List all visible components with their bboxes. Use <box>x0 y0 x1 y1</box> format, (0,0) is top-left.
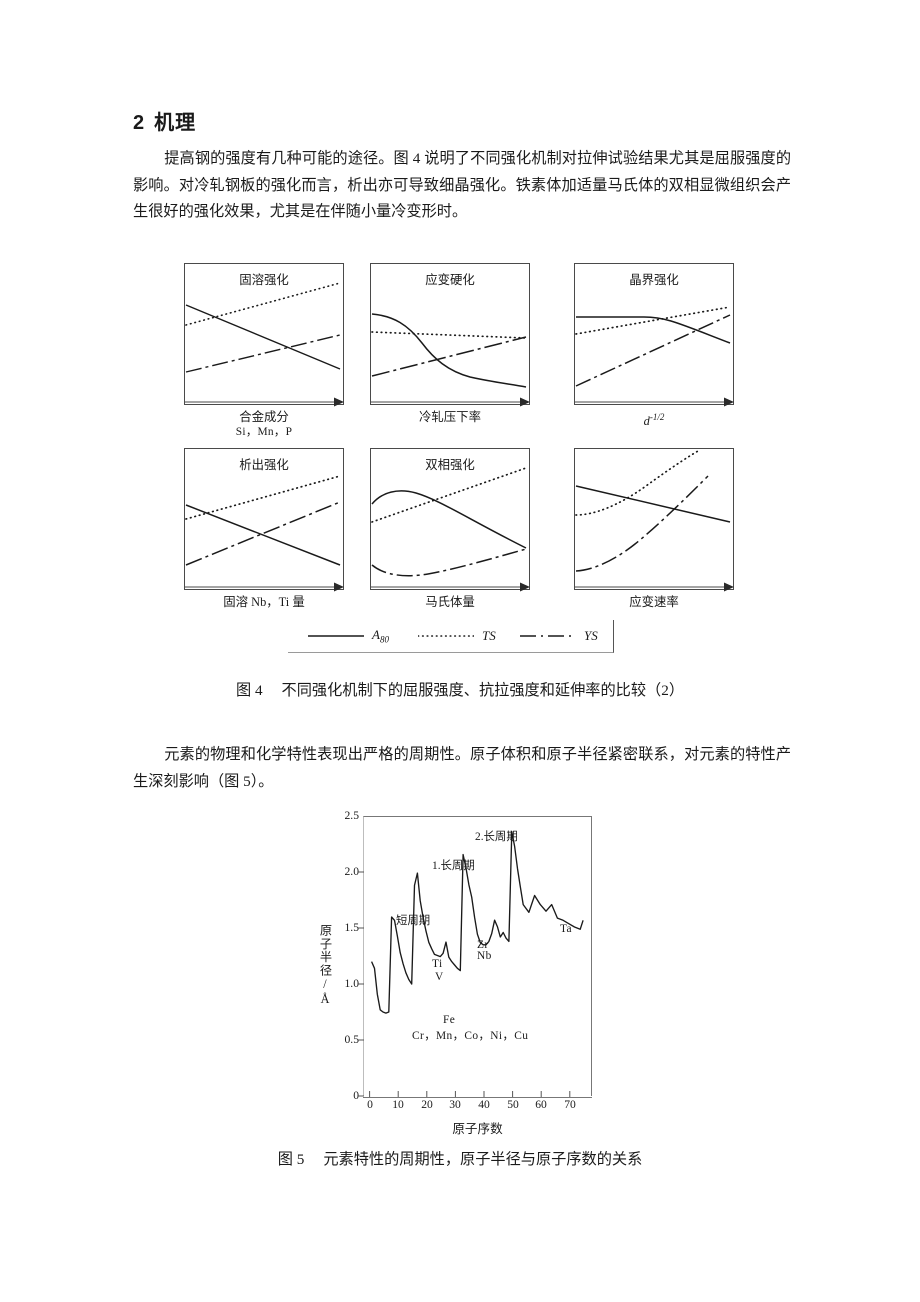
x-tick-label: 50 <box>507 1098 519 1111</box>
caption-label: 图 4 <box>235 682 263 699</box>
figure-4-legend: A80 TS YS <box>288 620 614 653</box>
x-tick-label: 40 <box>478 1098 490 1111</box>
x-tick-label: 0 <box>367 1098 373 1111</box>
annotation-v: V <box>435 971 444 983</box>
section-number: 2 <box>133 112 146 134</box>
xlabel-line1: 冷轧压下率 <box>419 410 481 424</box>
xlabel-line1: 应变速率 <box>629 595 679 609</box>
figure-5-caption: 图 5 元素特性的周期性，原子半径与原子序数的关系 <box>0 1147 920 1169</box>
caption-text: 元素特性的周期性，原子半径与原子序数的关系 <box>323 1151 643 1168</box>
y-tick-label: 0.5 <box>344 1033 360 1046</box>
y-axis-ticks: 2.5 2.0 1.5 1.0 0.5 0 <box>325 806 360 1106</box>
panel-plot-lines <box>575 306 734 407</box>
annotation-nb: Nb <box>477 950 492 962</box>
xlabel-line1: 马氏体量 <box>425 595 475 609</box>
x-tick-label: 10 <box>392 1098 404 1111</box>
legend-key-solid <box>308 634 364 637</box>
xlabel-exponent: -1/2 <box>649 412 665 422</box>
panel-plot-lines <box>185 282 344 407</box>
panel-xlabel: 应变速率 <box>574 595 734 610</box>
panel-plot-lines <box>575 450 734 592</box>
xlabel-line2: Si，Mn，P <box>235 426 293 438</box>
legend-item-ts: TS <box>418 620 496 652</box>
figure-4: 固溶强化 合金成分 Si，Mn，P 应变硬化 冷轧压下率 晶界强化 d-1/2 … <box>0 258 920 658</box>
panel-plot-lines <box>371 313 530 407</box>
section-title: 机理 <box>154 112 197 134</box>
legend-label-ys: YS <box>584 628 598 643</box>
paragraph-2-text: 元素的物理和化学特性表现出严格的周期性。原子体积和原子半径紧密联系，对元素的特性… <box>133 746 791 790</box>
panel-plot-lines <box>371 467 530 592</box>
figure-4-caption: 图 4 不同强化机制下的屈服强度、抗拉强度和延伸率的比较（2） <box>0 678 920 700</box>
panel-xlabel: 合金成分 Si，Mn，P <box>184 410 344 440</box>
panel-plot-lines <box>185 475 344 592</box>
legend-key-dotted <box>418 634 474 637</box>
section-heading: 2 机理 <box>133 106 196 135</box>
annotation-ti: Ti <box>432 958 443 970</box>
panel-xlabel: 冷轧压下率 <box>370 410 530 425</box>
x-tick-label: 60 <box>535 1098 547 1111</box>
y-tick-label: 1.5 <box>344 921 360 934</box>
xlabel-line1: 合金成分 <box>239 410 289 424</box>
figure-5: 原子半径/Å 2.5 2.0 1.5 1.0 0.5 0 0 10 20 30 … <box>0 806 920 1141</box>
document-page: 2 机理 提高钢的强度有几种可能的途径。图 4 说明了不同强化机制对拉伸试验结果尤… <box>0 0 920 1302</box>
paragraph-mechanisms: 提高钢的强度有几种可能的途径。图 4 说明了不同强化机制对拉伸试验结果尤其是屈服… <box>133 146 791 226</box>
x-tick-label: 20 <box>421 1098 433 1111</box>
paragraph-1-text: 提高钢的强度有几种可能的途径。图 4 说明了不同强化机制对拉伸试验结果尤其是屈服… <box>133 150 791 220</box>
chart-panel-dual-phase: 双相强化 马氏体量 <box>370 448 530 623</box>
chart-panel-strain-hardening: 应变硬化 冷轧压下率 <box>370 263 530 438</box>
chart-panel-grain-boundary: 晶界强化 d-1/2 <box>574 263 734 438</box>
chart-panel-solid-solution: 固溶强化 合金成分 Si，Mn，P <box>184 263 344 438</box>
annotation-transition-metals: Cr，Mn，Co，Ni，Cu <box>412 1030 529 1042</box>
legend-item-ys: YS <box>520 620 598 652</box>
chart-panel-strain-rate: 应变速率 <box>574 448 734 623</box>
caption-label: 图 5 <box>277 1151 305 1168</box>
legend-label-ts: TS <box>482 628 496 643</box>
x-tick-label: 70 <box>564 1098 576 1111</box>
panel-xlabel: 固溶 Nb，Ti 量 <box>184 595 344 610</box>
panel-xlabel: d-1/2 <box>574 410 734 429</box>
panel-xlabel: 马氏体量 <box>370 595 530 610</box>
chart-panel-precipitation: 析出强化 固溶 Nb，Ti 量 <box>184 448 344 623</box>
annotation-ta: Ta <box>560 923 573 935</box>
annotation-short-period: 短周期 <box>396 915 431 927</box>
y-tick-label: 2.5 <box>344 809 360 822</box>
y-tick-label: 2.0 <box>344 865 360 878</box>
annotation-long-period-2: 2.长周期 <box>475 831 518 843</box>
paragraph-elements: 元素的物理和化学特性表现出严格的周期性。原子体积和原子半径紧密联系，对元素的特性… <box>133 742 791 795</box>
legend-label-a80: A80 <box>372 627 389 645</box>
x-axis-label: 原子序数 <box>452 1122 503 1136</box>
annotation-fe: Fe <box>443 1014 456 1026</box>
y-tick-label: 1.0 <box>344 977 360 990</box>
legend-item-a80: A80 <box>308 620 389 652</box>
legend-key-dashdot <box>520 634 576 637</box>
annotation-long-period-1: 1.长周期 <box>432 860 475 872</box>
xlabel-line1: 固溶 Nb，Ti 量 <box>223 595 305 609</box>
x-tick-label: 30 <box>449 1098 461 1111</box>
caption-text: 不同强化机制下的屈服强度、抗拉强度和延伸率的比较（2） <box>281 682 685 699</box>
